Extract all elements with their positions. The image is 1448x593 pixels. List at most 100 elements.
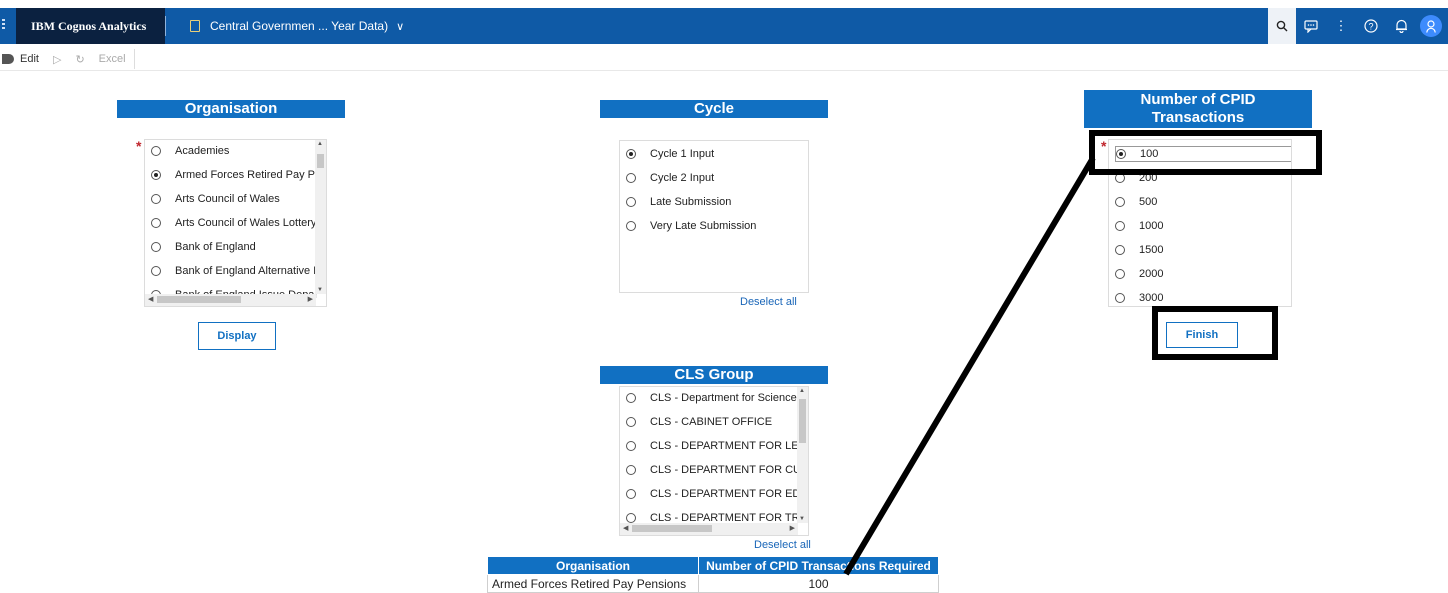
scroll-left-icon[interactable]: ◀ xyxy=(623,524,628,532)
option-label: 2000 xyxy=(1139,268,1164,280)
radio-button[interactable] xyxy=(151,146,161,156)
radio-button[interactable] xyxy=(151,218,161,228)
option-label: CLS - DEPARTMENT FOR CUI xyxy=(650,464,805,476)
radio-button[interactable] xyxy=(1115,197,1125,207)
list-item[interactable]: 500 xyxy=(1115,194,1157,210)
cycle-deselect-all-link[interactable]: Deselect all xyxy=(740,296,797,308)
radio-button[interactable] xyxy=(626,417,636,427)
list-item[interactable]: Bank of England Alternative L xyxy=(151,263,319,279)
radio-button[interactable] xyxy=(626,441,636,451)
horizontal-scrollbar[interactable]: ◀ ▶ xyxy=(145,294,316,306)
list-item[interactable]: CLS - DEPARTMENT FOR LEV xyxy=(626,438,806,454)
report-icon xyxy=(190,19,200,32)
scroll-thumb[interactable] xyxy=(157,296,241,303)
list-item[interactable]: Cycle 1 Input xyxy=(626,146,714,162)
comment-icon[interactable] xyxy=(1296,8,1326,44)
refresh-icon[interactable]: ↻ xyxy=(75,53,84,66)
toolbar-divider xyxy=(0,70,1448,71)
list-item[interactable]: CLS - DEPARTMENT FOR CUI xyxy=(626,462,804,478)
notification-icon[interactable] xyxy=(1386,8,1416,44)
list-item[interactable]: Cycle 2 Input xyxy=(626,170,714,186)
overflow-icon[interactable]: ⋮ xyxy=(1326,8,1356,44)
cycle-listbox[interactable]: Cycle 1 Input Cycle 2 Input Late Submiss… xyxy=(619,140,809,293)
option-label: 1500 xyxy=(1139,244,1164,256)
list-item[interactable]: 2000 xyxy=(1115,266,1163,282)
scroll-thumb[interactable] xyxy=(317,154,324,168)
radio-button[interactable] xyxy=(626,465,636,475)
svg-text:?: ? xyxy=(1368,22,1373,32)
list-item[interactable]: CLS - Department for Science, xyxy=(626,390,800,406)
cls-deselect-all-link[interactable]: Deselect all xyxy=(754,539,811,551)
brand-label[interactable]: IBM Cognos Analytics xyxy=(16,8,165,44)
radio-button[interactable] xyxy=(626,393,636,403)
radio-button[interactable] xyxy=(626,173,636,183)
scroll-down-icon[interactable]: ▼ xyxy=(317,287,323,293)
radio-button[interactable] xyxy=(1115,221,1125,231)
option-label: Very Late Submission xyxy=(650,220,757,232)
option-label: CLS - Department for Science, xyxy=(650,392,800,404)
scroll-right-icon[interactable]: ▶ xyxy=(308,295,313,303)
option-label: Late Submission xyxy=(650,196,732,208)
list-item[interactable]: Late Submission xyxy=(626,194,731,210)
list-item[interactable]: CLS - CABINET OFFICE xyxy=(626,414,772,430)
list-item[interactable]: Academies xyxy=(151,143,229,159)
search-icon[interactable] xyxy=(1268,8,1296,44)
list-item[interactable]: 1500 xyxy=(1115,242,1163,258)
column-header-cpid-required: Number of CPID Transactions Required xyxy=(698,556,939,575)
list-item[interactable]: 3000 xyxy=(1115,290,1163,306)
display-button[interactable]: Display xyxy=(198,322,276,350)
organisation-listbox[interactable]: Academies Armed Forces Retired Pay Pe Ar… xyxy=(144,139,327,307)
option-label: Cycle 1 Input xyxy=(650,148,715,160)
radio-button[interactable] xyxy=(1115,269,1125,279)
radio-button[interactable] xyxy=(151,170,161,180)
list-item[interactable]: Bank of England xyxy=(151,239,256,255)
list-item[interactable]: Armed Forces Retired Pay Pe xyxy=(151,167,321,183)
scroll-thumb[interactable] xyxy=(632,525,712,532)
scroll-left-icon[interactable]: ◀ xyxy=(148,295,153,303)
vertical-scrollbar[interactable]: ▲ ▼ xyxy=(315,140,326,294)
report-title: Central Governmen ... Year Data) xyxy=(210,19,389,33)
list-item[interactable]: Arts Council of Wales Lottery xyxy=(151,215,316,231)
header-actions: ⋮ ? xyxy=(1268,8,1448,44)
cls-group-listbox[interactable]: CLS - Department for Science, CLS - CABI… xyxy=(619,386,809,536)
table-cell-cpid-required: 100 xyxy=(698,574,939,593)
radio-button[interactable] xyxy=(626,149,636,159)
brand-separator xyxy=(165,16,166,36)
scroll-down-icon[interactable]: ▼ xyxy=(799,516,805,522)
list-item[interactable]: Arts Council of Wales xyxy=(151,191,280,207)
scroll-up-icon[interactable]: ▲ xyxy=(317,141,323,147)
menu-icon[interactable] xyxy=(2,19,8,33)
radio-button[interactable] xyxy=(626,513,636,523)
list-item[interactable]: 1000 xyxy=(1115,218,1163,234)
radio-button[interactable] xyxy=(1115,245,1125,255)
excel-label[interactable]: Excel xyxy=(99,53,126,65)
run-icon[interactable]: ▷ xyxy=(53,53,61,66)
annotation-box-cpid-option xyxy=(1089,130,1322,175)
list-item[interactable]: Very Late Submission xyxy=(626,218,756,234)
radio-button[interactable] xyxy=(1115,293,1125,303)
column-header-organisation: Organisation xyxy=(487,556,699,575)
option-label: CLS - DEPARTMENT FOR LEV xyxy=(650,440,806,452)
report-title-dropdown[interactable]: Central Governmen ... Year Data) ∨ xyxy=(190,8,404,44)
chevron-down-icon: ∨ xyxy=(396,21,405,33)
help-icon[interactable]: ? xyxy=(1356,8,1386,44)
scroll-right-icon[interactable]: ▶ xyxy=(790,524,795,532)
radio-button[interactable] xyxy=(626,197,636,207)
top-bar: IBM Cognos Analytics Central Governmen .… xyxy=(0,8,1448,44)
table-cell-organisation: Armed Forces Retired Pay Pensions xyxy=(487,574,699,593)
edit-toggle-icon[interactable] xyxy=(2,54,14,64)
vertical-scrollbar[interactable]: ▲ ▼ xyxy=(797,387,808,523)
radio-button[interactable] xyxy=(626,489,636,499)
radio-button[interactable] xyxy=(151,242,161,252)
radio-button[interactable] xyxy=(151,194,161,204)
list-item[interactable]: CLS - DEPARTMENT FOR EDI xyxy=(626,486,803,502)
edit-label[interactable]: Edit xyxy=(20,53,39,65)
scroll-thumb[interactable] xyxy=(799,399,806,443)
scroll-up-icon[interactable]: ▲ xyxy=(799,388,805,394)
radio-button[interactable] xyxy=(151,266,161,276)
table-header-row: Organisation Number of CPID Transactions… xyxy=(487,556,939,575)
radio-button[interactable] xyxy=(626,221,636,231)
cls-group-header: CLS Group xyxy=(600,366,828,384)
user-icon[interactable] xyxy=(1420,15,1442,37)
horizontal-scrollbar[interactable]: ◀ ▶ xyxy=(620,523,798,535)
